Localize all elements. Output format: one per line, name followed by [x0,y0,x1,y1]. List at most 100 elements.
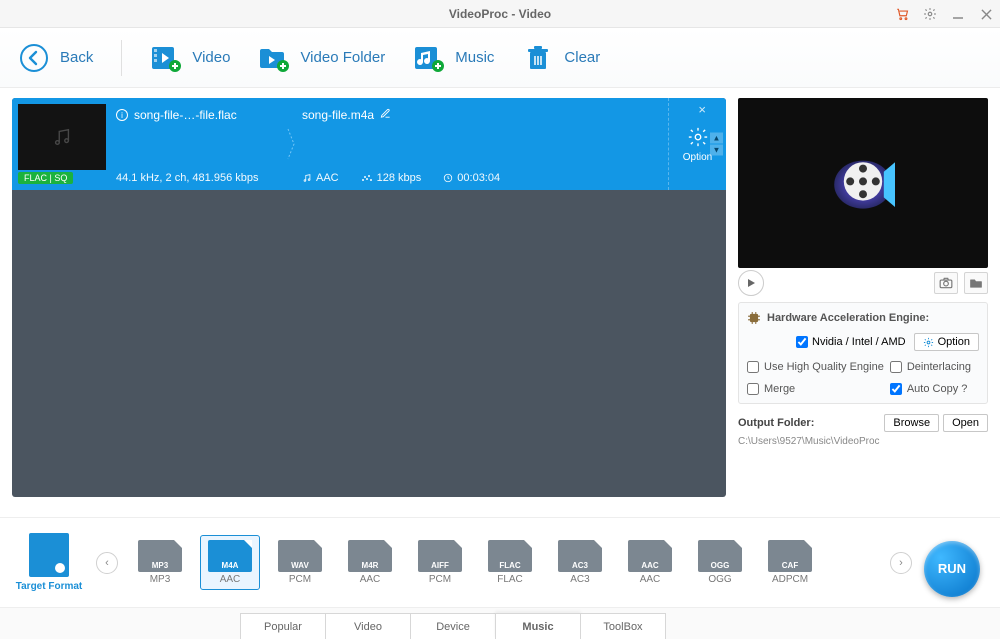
format-doc-icon: M4A [208,540,252,572]
format-codec-label: AAC [360,574,381,585]
preview-pane [738,98,988,268]
format-codec-label: MP3 [150,574,171,585]
video-icon [150,42,182,74]
right-panel: Hardware Acceleration Engine: Nvidia / I… [738,98,988,497]
trash-icon [522,42,554,74]
settings-icon[interactable] [922,6,938,22]
format-card-flac[interactable]: FLAC FLAC [480,535,540,590]
info-icon: i [116,109,128,121]
window-title: VideoProc - Video [449,7,551,21]
open-folder-button[interactable]: Open [943,414,988,432]
format-card-m4a[interactable]: M4A AAC [200,535,260,590]
target-format-label: Target Format [16,581,83,592]
open-snapshot-folder-button[interactable] [964,272,988,294]
format-doc-icon: WAV [278,540,322,572]
format-doc-icon: AC3 [558,540,602,572]
output-folder-path: C:\Users\9527\Music\VideoProc [738,436,988,447]
hq-engine-checkbox[interactable]: Use High Quality Engine [747,361,884,373]
add-video-button[interactable]: Video [150,42,230,74]
minimize-button[interactable] [950,6,966,22]
format-codec-label: AAC [220,574,241,585]
merge-checkbox[interactable]: Merge [747,383,884,395]
format-codec-label: PCM [289,574,311,585]
hw-vendor-checkbox[interactable]: Nvidia / Intel / AMD [796,336,906,348]
browse-button[interactable]: Browse [884,414,939,432]
target-format-icon [29,533,69,577]
format-card-m4r[interactable]: M4R AAC [340,535,400,590]
run-button[interactable]: RUN [924,541,980,597]
category-tabs: PopularVideoDeviceMusicToolBox [0,607,1000,639]
format-codec-label: PCM [429,574,451,585]
format-doc-icon: MP3 [138,540,182,572]
format-doc-icon: AIFF [418,540,462,572]
move-up-button[interactable]: ▲ [710,133,723,144]
output-folder-label: Output Folder: [738,417,880,429]
add-video-folder-button[interactable]: Video Folder [258,42,385,74]
preview-logo-icon [823,143,903,223]
back-icon [18,42,50,74]
clear-button[interactable]: Clear [522,42,600,74]
auto-copy-checkbox[interactable]: Auto Copy ? [890,383,979,395]
remove-item-button[interactable]: × [698,102,706,117]
clear-label: Clear [564,49,600,66]
option-label: Option [683,152,712,163]
category-tab-toolbox[interactable]: ToolBox [580,613,666,639]
category-tab-popular[interactable]: Popular [240,613,326,639]
format-doc-icon: M4R [348,540,392,572]
back-label: Back [60,49,93,66]
add-music-button[interactable]: Music [413,42,494,74]
format-card-ogg[interactable]: OGG OGG [690,535,750,590]
target-format-button[interactable]: Target Format [14,533,84,592]
format-codec-label: ADPCM [772,574,808,585]
format-card-aac[interactable]: AACAAC [620,535,680,590]
formats-prev-button[interactable]: ‹ [96,552,118,574]
output-folder-section: Output Folder: Browse Open C:\Users\9527… [738,414,988,447]
queue-item[interactable]: FLAC | SQ isong-file-…-file.flac 44.1 kH… [12,98,726,190]
folder-icon [258,42,290,74]
edit-filename-icon[interactable] [380,108,391,122]
deinterlacing-checkbox[interactable]: Deinterlacing [890,361,979,373]
source-info: 44.1 kHz, 2 ch, 481.956 kbps [116,172,258,184]
format-card-ac3[interactable]: AC3AC3 [550,535,610,590]
divider [121,40,122,76]
item-thumbnail [18,104,106,170]
format-doc-icon: AAC [628,540,672,572]
arrow-icon [284,98,298,190]
category-tab-video[interactable]: Video [325,613,411,639]
format-doc-icon: CAF [768,540,812,572]
format-card-mp3[interactable]: MP3MP3 [130,535,190,590]
main-toolbar: Back Video Video Folder Music Clear [0,28,1000,88]
target-format-bar: Target Format ‹ MP3MP3M4AAACWAVPCMM4RAAC… [0,517,1000,607]
hw-option-button[interactable]: Option [914,333,979,351]
format-codec-label: OGG [708,574,731,585]
formats-next-button[interactable]: › [890,552,912,574]
item-reorder: ▲ ▼ [710,133,723,156]
hardware-accel-panel: Hardware Acceleration Engine: Nvidia / I… [738,302,988,404]
chip-icon [747,311,761,325]
move-down-button[interactable]: ▼ [710,145,723,156]
format-codec-label: FLAC [497,574,523,585]
title-bar: VideoProc - Video [0,0,1000,28]
video-folder-label: Video Folder [300,49,385,66]
source-filename: song-file-…-file.flac [134,108,237,122]
format-card-wav[interactable]: WAV PCM [270,535,330,590]
format-card-aiff[interactable]: AIFF PCM [410,535,470,590]
conversion-queue: FLAC | SQ isong-file-…-file.flac 44.1 kH… [12,98,726,497]
target-filename: song-file.m4a [302,108,374,122]
music-label: Music [455,49,494,66]
back-button[interactable]: Back [18,42,93,74]
close-button[interactable] [978,6,994,22]
format-doc-icon: OGG [698,540,742,572]
codec-gear-icon [687,126,709,148]
play-button[interactable] [738,270,764,296]
category-tab-music[interactable]: Music [495,613,581,639]
target-duration: 00:03:04 [443,172,500,184]
snapshot-button[interactable] [934,272,958,294]
format-card-caf[interactable]: CAF ADPCM [760,535,820,590]
target-bitrate: 128 kbps [361,172,422,184]
music-icon [413,42,445,74]
category-tab-device[interactable]: Device [410,613,496,639]
cart-icon[interactable] [894,6,910,22]
format-doc-icon: FLAC [488,540,532,572]
format-codec-label: AC3 [570,574,589,585]
